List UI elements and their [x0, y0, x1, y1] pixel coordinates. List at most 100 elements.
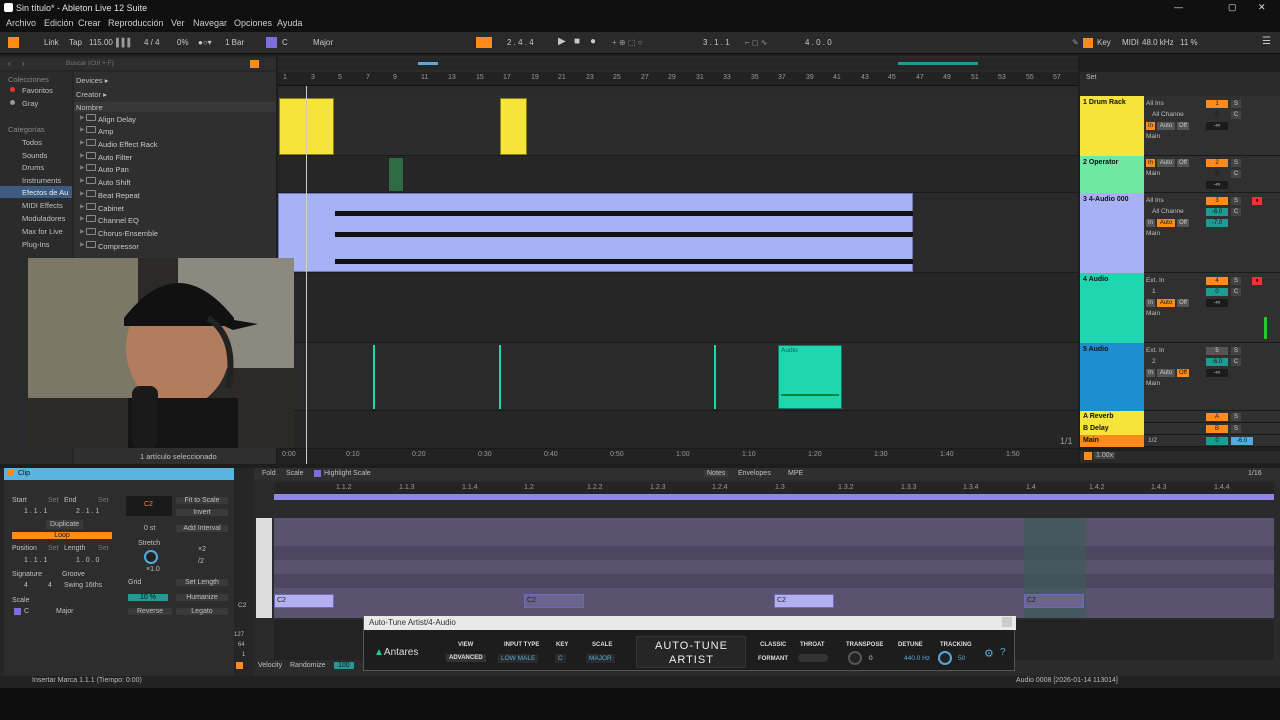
menu-ayuda[interactable]: Ayuda — [277, 18, 302, 28]
monitor-off[interactable]: Off — [1177, 219, 1189, 227]
monitor-auto[interactable]: Auto — [1157, 159, 1175, 167]
collection-gray[interactable]: Gray — [22, 99, 38, 108]
record-icon[interactable]: ● — [590, 36, 596, 47]
breadcrumb-creator[interactable]: Creator ▸ — [76, 90, 107, 99]
category-max-for-live[interactable]: Max for Live — [22, 227, 63, 236]
menu-ver[interactable]: Ver — [171, 18, 185, 28]
midi-map-button[interactable]: MIDI — [1122, 38, 1139, 47]
start-set-button[interactable]: Set — [48, 497, 59, 504]
track-activator[interactable]: 5 — [1206, 347, 1228, 355]
browser-search-bar[interactable]: ‹ › Buscar (Ctrl + F) — [0, 58, 276, 70]
send-field[interactable]: -7.0 — [1206, 219, 1228, 227]
category-todos[interactable]: Todos — [22, 138, 42, 147]
metronome-icon[interactable]: ●○▾ — [198, 38, 212, 47]
overview-bar[interactable] — [278, 58, 1078, 70]
scale-mode-icon[interactable] — [266, 37, 277, 48]
scale-button[interactable]: Scale — [286, 470, 304, 477]
main-gain[interactable]: -6.0 — [1231, 437, 1253, 445]
tab-envelopes[interactable]: Envelopes — [738, 470, 771, 477]
arrangement-view[interactable]: 1 3 5 7 9 11 13 15 17 19 21 23 25 27 29 … — [278, 56, 1078, 464]
expand-arrow-icon[interactable]: ▶ — [80, 126, 85, 133]
volume-field[interactable]: 0 — [1206, 437, 1228, 445]
formant-button[interactable]: FORMANT — [758, 656, 788, 662]
scale-key-select[interactable]: C — [24, 608, 29, 615]
close-button[interactable]: ✕ — [1258, 2, 1266, 13]
input-type[interactable]: Ext. In — [1146, 277, 1164, 284]
invert-button[interactable]: Invert — [176, 509, 228, 516]
start-value[interactable]: 1 . 1 . 1 — [24, 508, 47, 515]
monitor-auto[interactable]: Auto — [1157, 122, 1175, 130]
tab-notes[interactable]: Notes — [704, 470, 729, 477]
set-length-button[interactable]: Set Length — [176, 579, 228, 586]
track-audio-3[interactable]: 3 4-Audio 000 — [1080, 193, 1144, 273]
input-channel[interactable]: 1 — [1152, 288, 1156, 295]
loop-length[interactable]: 4 . 0 . 0 — [805, 38, 832, 47]
pan-field[interactable]: C — [1231, 288, 1241, 296]
track-name[interactable]: 2 Operator — [1083, 159, 1118, 166]
category-audio-effects[interactable]: Efectos de Au — [22, 188, 68, 197]
browser-item[interactable]: ▶ Auto Pan — [74, 164, 276, 176]
clip-operator[interactable] — [389, 158, 403, 191]
transpose-value[interactable]: 0 — [869, 655, 873, 662]
record-arm-icon[interactable]: ● — [1252, 277, 1262, 285]
volume-field[interactable]: -6.0 — [1206, 358, 1228, 366]
pan-field[interactable]: C — [1231, 111, 1241, 119]
note-pitch-display[interactable]: C2 — [126, 496, 172, 516]
track-name[interactable]: B Delay — [1083, 425, 1109, 432]
output-routing[interactable]: Main — [1146, 230, 1160, 237]
track-name[interactable]: 1 Drum Rack — [1083, 99, 1126, 106]
menu-crear[interactable]: Crear — [78, 18, 101, 28]
clip-activator-icon[interactable] — [8, 470, 14, 476]
browser-item[interactable]: ▶ Cabinet — [74, 203, 276, 215]
grid-select[interactable]: Grid — [128, 579, 141, 586]
signature-denominator[interactable]: 4 — [48, 582, 52, 589]
arrangement-position[interactable]: 2 . 4 . 4 — [507, 38, 534, 47]
humanize-amount[interactable]: 10 % — [128, 594, 168, 601]
track-drum-rack[interactable]: 1 Drum Rack — [1080, 96, 1144, 156]
randomize-button[interactable]: Randomize — [290, 662, 325, 669]
groove-select[interactable]: Swing 16ths — [64, 582, 102, 589]
fold-button[interactable]: Fold — [262, 470, 276, 477]
browser-item[interactable]: ▶ Beat Repeat — [74, 190, 276, 202]
clip-view-header[interactable]: Clip — [4, 468, 234, 480]
expand-arrow-icon[interactable]: ▶ — [80, 139, 85, 146]
output-routing[interactable]: Main — [1146, 310, 1160, 317]
scale-mode-icon[interactable] — [14, 608, 21, 615]
follow-icon[interactable] — [476, 37, 492, 48]
output-routing[interactable]: Main — [1146, 380, 1160, 387]
monitor-off[interactable]: Off — [1177, 122, 1189, 130]
expand-arrow-icon[interactable]: ▶ — [80, 177, 85, 184]
end-value[interactable]: 2 . 1 . 1 — [76, 508, 99, 515]
solo-button[interactable]: S — [1231, 277, 1241, 285]
maximize-button[interactable]: ▢ — [1228, 2, 1237, 13]
settings-gear-icon[interactable]: ⚙ — [984, 647, 994, 660]
solo-button[interactable]: S — [1231, 197, 1241, 205]
double-button[interactable]: ×2 — [198, 546, 206, 553]
piano-roll-ruler[interactable]: 1.1.2 1.1.3 1.1.4 1.2 1.2.2 1.2.3 1.2.4 … — [274, 482, 1274, 494]
draw-mode-icon[interactable]: ✎ — [1072, 38, 1079, 47]
expand-arrow-icon[interactable]: ▶ — [80, 190, 85, 197]
lane-audio-4[interactable] — [278, 273, 1078, 343]
column-header[interactable]: Nombre — [74, 102, 276, 112]
zoom-icon[interactable] — [1084, 452, 1092, 460]
monitor-in[interactable]: In — [1146, 369, 1155, 377]
zoom-level[interactable]: 1.00x — [1094, 452, 1116, 459]
overdub-icons[interactable]: + ⊕ ⬚ ○ — [612, 38, 642, 47]
record-arm-icon[interactable]: ● — [1252, 197, 1262, 205]
scale-name-select[interactable]: Major — [56, 608, 74, 615]
beat-ruler[interactable]: 1 3 5 7 9 11 13 15 17 19 21 23 25 27 29 … — [278, 72, 1078, 86]
midi-note[interactable]: C2 — [774, 594, 834, 608]
loop-brace[interactable] — [274, 494, 1274, 500]
menu-opciones[interactable]: Opciones — [234, 18, 272, 28]
piano-keyboard[interactable] — [256, 518, 272, 618]
expand-arrow-icon[interactable]: ▶ — [80, 215, 85, 222]
monitor-auto[interactable]: Auto — [1157, 299, 1175, 307]
solo-button[interactable]: S — [1231, 100, 1241, 108]
length-value[interactable]: 1 . 0 . 0 — [76, 557, 99, 564]
classic-button[interactable]: CLASSIC — [760, 642, 786, 648]
track-activator[interactable]: 2 — [1206, 159, 1228, 167]
time-signature[interactable]: 4 / 4 — [144, 38, 160, 47]
main-track[interactable]: Main — [1080, 435, 1144, 447]
input-type-select[interactable]: LOW MALE — [498, 654, 539, 663]
position-value[interactable]: 1 . 1 . 1 — [24, 557, 47, 564]
